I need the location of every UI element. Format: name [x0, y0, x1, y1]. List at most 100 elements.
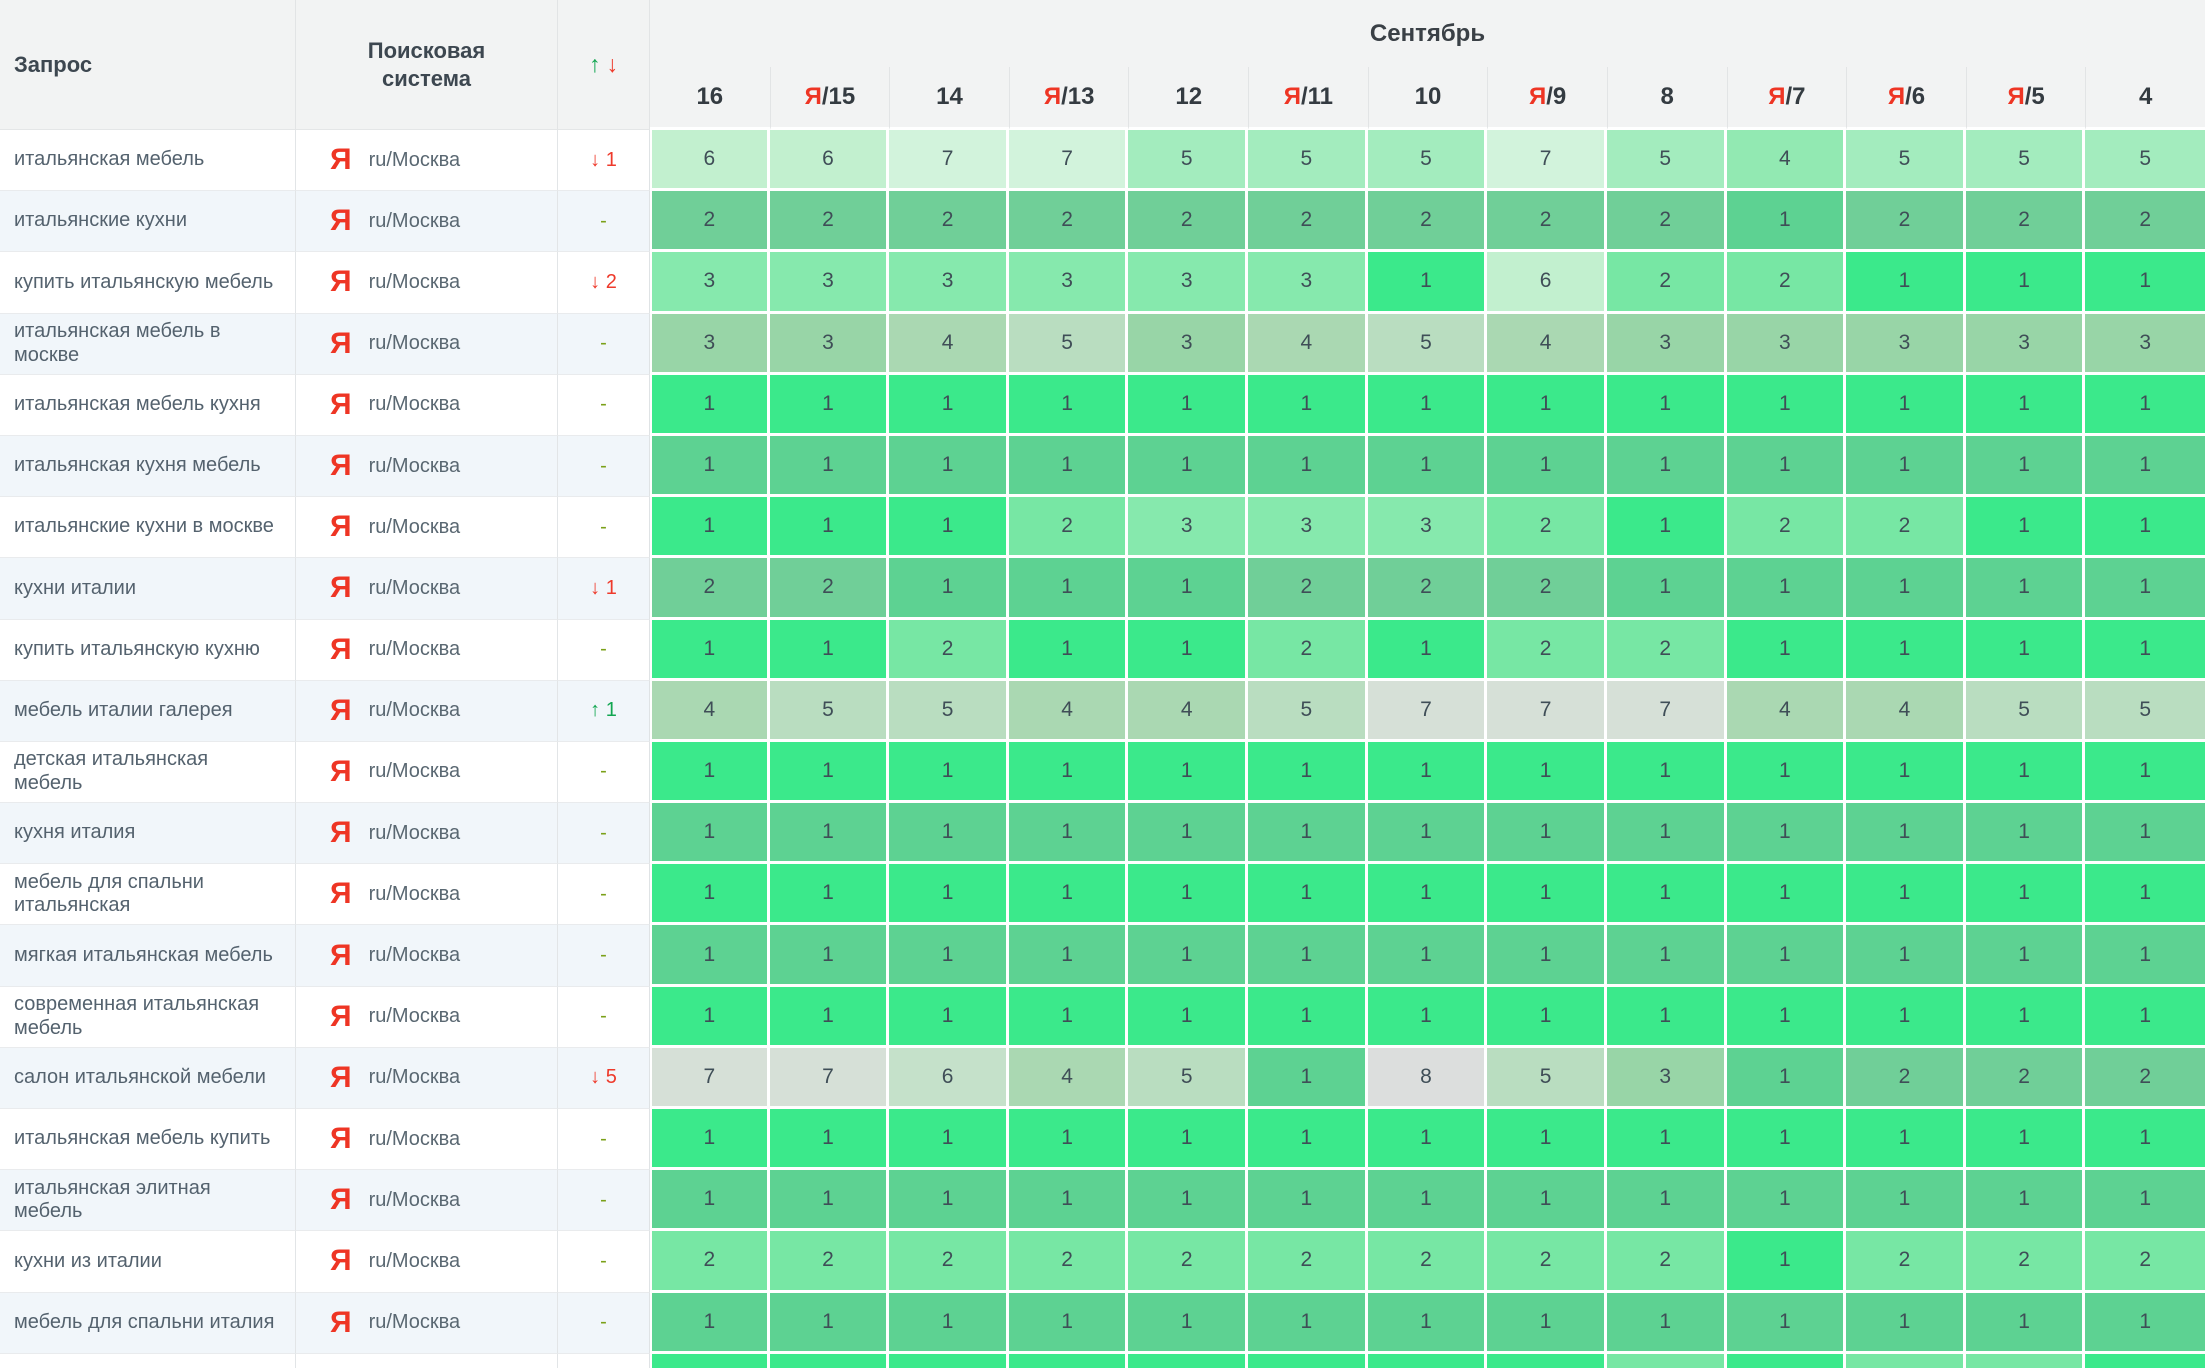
position-cell[interactable]: 1 [1966, 1293, 2086, 1354]
position-cell[interactable]: 1 [1128, 1109, 1248, 1170]
position-cell[interactable]: 1 [1128, 987, 1248, 1048]
position-cell[interactable]: 1 [2085, 620, 2205, 681]
query-cell[interactable]: детская итальянская мебель [0, 742, 296, 803]
position-cell[interactable]: 1 [1607, 1293, 1727, 1354]
position-cell[interactable]: 1 [1607, 987, 1727, 1048]
position-cell[interactable]: 1 [1607, 497, 1727, 558]
position-cell[interactable]: 1 [1009, 803, 1129, 864]
position-cell[interactable]: 1 [1846, 1170, 1966, 1231]
query-cell[interactable]: кухня италия [0, 803, 296, 864]
position-cell[interactable]: 4 [1846, 681, 1966, 742]
position-cell[interactable]: 5 [1128, 130, 1248, 191]
position-cell[interactable]: 1 [1487, 864, 1607, 925]
position-cell[interactable]: 4 [1727, 681, 1847, 742]
position-cell[interactable]: 3 [2085, 314, 2205, 375]
position-cell[interactable]: 1 [1128, 1170, 1248, 1231]
position-cell[interactable]: 2 [1727, 497, 1847, 558]
position-cell[interactable]: 1 [1128, 1293, 1248, 1354]
position-cell[interactable]: 3 [1128, 314, 1248, 375]
position-cell[interactable]: 3 [889, 252, 1009, 313]
position-cell[interactable]: 1 [1727, 1354, 1847, 1368]
position-cell[interactable]: 1 [1009, 987, 1129, 1048]
position-cell[interactable]: 1 [1846, 1109, 1966, 1170]
position-cell[interactable]: 2 [770, 191, 890, 252]
position-cell[interactable]: 2 [650, 558, 770, 619]
query-cell[interactable]: итальянская мебель в москве [0, 314, 296, 375]
position-cell[interactable]: 1 [2085, 925, 2205, 986]
position-cell[interactable]: 2 [1966, 1048, 2086, 1109]
position-cell[interactable]: 2 [2085, 1231, 2205, 1292]
position-cell[interactable]: 1 [2085, 436, 2205, 497]
position-cell[interactable]: 2 [889, 191, 1009, 252]
position-cell[interactable]: 1 [1607, 1170, 1727, 1231]
position-cell[interactable]: 1 [1487, 1109, 1607, 1170]
position-cell[interactable]: 4 [1487, 314, 1607, 375]
position-cell[interactable]: 1 [2085, 558, 2205, 619]
position-cell[interactable]: 1 [1846, 925, 1966, 986]
position-cell[interactable]: 1 [2085, 252, 2205, 313]
position-cell[interactable]: 2 [1009, 1231, 1129, 1292]
position-cell[interactable]: 1 [1727, 191, 1847, 252]
position-cell[interactable]: 2 [1487, 1231, 1607, 1292]
position-cell[interactable]: 1 [1009, 1293, 1129, 1354]
position-cell[interactable]: 7 [650, 1048, 770, 1109]
position-cell[interactable]: 5 [1846, 130, 1966, 191]
date-column-header[interactable]: 16 [650, 67, 770, 130]
position-cell[interactable]: 1 [1966, 252, 2086, 313]
position-cell[interactable]: 1 [1009, 742, 1129, 803]
position-cell[interactable]: 6 [889, 1048, 1009, 1109]
position-cell[interactable]: 1 [1727, 1048, 1847, 1109]
query-cell[interactable]: мебель для спальни италия [0, 1293, 296, 1354]
position-cell[interactable]: 1 [1727, 1109, 1847, 1170]
position-cell[interactable]: 1 [1009, 375, 1129, 436]
position-cell[interactable]: 1 [1966, 1109, 2086, 1170]
position-cell[interactable]: 2 [1607, 191, 1727, 252]
position-cell[interactable]: 1 [1128, 925, 1248, 986]
query-cell[interactable]: итальянская кухня мебель [0, 436, 296, 497]
position-cell[interactable]: 2 [1846, 1048, 1966, 1109]
query-cell[interactable]: мягкая итальянская мебель [0, 925, 296, 986]
position-cell[interactable]: 1 [650, 1293, 770, 1354]
date-column-header[interactable]: 4 [2085, 67, 2205, 130]
position-cell[interactable]: 1 [1128, 1354, 1248, 1368]
position-cell[interactable]: 2 [1607, 1231, 1727, 1292]
position-cell[interactable]: 1 [1128, 375, 1248, 436]
position-cell[interactable]: 2 [1966, 1354, 2086, 1368]
query-cell[interactable]: мебель для спальни итальянская [0, 864, 296, 925]
position-cell[interactable]: 2 [650, 1231, 770, 1292]
position-cell[interactable]: 1 [1727, 987, 1847, 1048]
position-cell[interactable]: 1 [770, 864, 890, 925]
position-cell[interactable]: 1 [650, 436, 770, 497]
position-cell[interactable]: 2 [1487, 191, 1607, 252]
position-cell[interactable]: 2 [1607, 620, 1727, 681]
position-cell[interactable]: 2 [1248, 620, 1368, 681]
position-cell[interactable]: 1 [1607, 1109, 1727, 1170]
position-cell[interactable]: 1 [1846, 742, 1966, 803]
position-cell[interactable]: 5 [1487, 1048, 1607, 1109]
position-cell[interactable]: 2 [770, 1231, 890, 1292]
position-cell[interactable]: 1 [1966, 1170, 2086, 1231]
position-cell[interactable]: 1 [650, 1170, 770, 1231]
position-cell[interactable]: 1 [1009, 864, 1129, 925]
date-column-header[interactable]: 10 [1368, 67, 1488, 130]
position-cell[interactable]: 5 [2085, 130, 2205, 191]
position-cell[interactable]: 1 [889, 497, 1009, 558]
position-cell[interactable]: 4 [1009, 681, 1129, 742]
position-cell[interactable]: 1 [1128, 436, 1248, 497]
position-cell[interactable]: 1 [770, 436, 890, 497]
date-column-header[interactable]: 12 [1128, 67, 1248, 130]
position-cell[interactable]: 2 [1966, 1231, 2086, 1292]
position-cell[interactable]: 3 [1009, 252, 1129, 313]
position-cell[interactable]: 7 [1607, 681, 1727, 742]
position-cell[interactable]: 1 [1966, 436, 2086, 497]
position-cell[interactable]: 2 [1368, 558, 1488, 619]
position-cell[interactable]: 1 [1128, 803, 1248, 864]
position-cell[interactable]: 1 [1846, 620, 1966, 681]
position-cell[interactable]: 1 [1487, 925, 1607, 986]
position-cell[interactable]: 2 [1487, 497, 1607, 558]
position-cell[interactable]: 1 [1727, 864, 1847, 925]
position-cell[interactable]: 1 [1009, 1109, 1129, 1170]
position-cell[interactable]: 1 [650, 864, 770, 925]
position-cell[interactable]: 1 [1248, 925, 1368, 986]
position-cell[interactable]: 1 [770, 987, 890, 1048]
